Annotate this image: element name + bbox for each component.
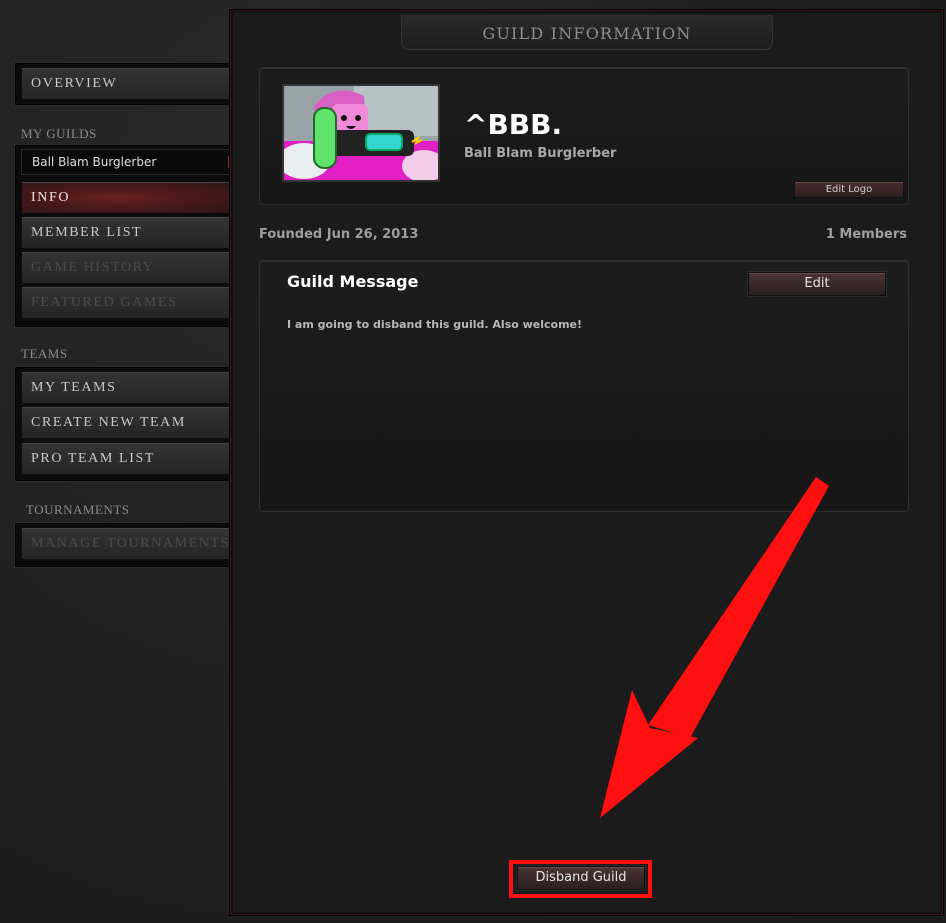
edit-message-button[interactable]: Edit [748, 272, 886, 296]
founded-date: Founded Jun 26, 2013 [259, 227, 419, 242]
guild-logo [282, 84, 440, 182]
tournaments-nav-group: MANAGE TOURNAMENTS [14, 522, 235, 568]
sidebar-item-my-teams[interactable]: MY TEAMS [21, 371, 233, 404]
teams-header: TEAMS [21, 346, 68, 361]
sidebar-item-member-list[interactable]: MEMBER LIST [21, 216, 233, 249]
panel-title: GUILD INFORMATION [401, 15, 773, 50]
guild-selector[interactable]: Ball Blam Burglerber [21, 149, 247, 175]
sidebar-item-pro-team-list[interactable]: PRO TEAM LIST [21, 442, 233, 475]
sidebar-item-create-new-team[interactable]: CREATE NEW TEAM [21, 406, 233, 439]
guild-information-panel: GUILD INFORMATION ^BBB. Ball Blam Burgle… [230, 10, 943, 915]
disband-highlight-box [509, 860, 652, 898]
guild-logo-image [284, 86, 438, 180]
guild-full-name: Ball Blam Burglerber [464, 146, 617, 161]
tournaments-header: TOURNAMENTS [26, 502, 130, 517]
guild-nav-group: Ball Blam Burglerber INFO MEMBER LIST GA… [14, 144, 247, 328]
member-count: 1 Members [825, 227, 907, 242]
guild-header-card: ^BBB. Ball Blam Burglerber Edit Logo [259, 67, 909, 205]
sidebar-item-game-history: GAME HISTORY [21, 251, 233, 284]
guild-message-title: Guild Message [287, 272, 419, 291]
teams-nav-group: MY TEAMS CREATE NEW TEAM PRO TEAM LIST [14, 366, 235, 482]
overview-button[interactable]: OVERVIEW [21, 67, 233, 100]
overview-group: OVERVIEW [14, 62, 235, 106]
edit-logo-button[interactable]: Edit Logo [794, 181, 904, 198]
my-guilds-header: MY GUILDS [21, 126, 97, 141]
guild-tag: ^BBB. [464, 108, 563, 141]
sidebar-item-info[interactable]: INFO [21, 181, 233, 214]
guild-message-body: I am going to disband this guild. Also w… [287, 318, 583, 331]
sidebar-item-featured-games: FEATURED GAMES [21, 286, 233, 319]
sidebar-item-manage-tournaments: MANAGE TOURNAMENTS [21, 527, 233, 560]
guild-message-card: Guild Message Edit I am going to disband… [259, 260, 909, 512]
selected-guild-label: Ball Blam Burglerber [32, 155, 157, 169]
